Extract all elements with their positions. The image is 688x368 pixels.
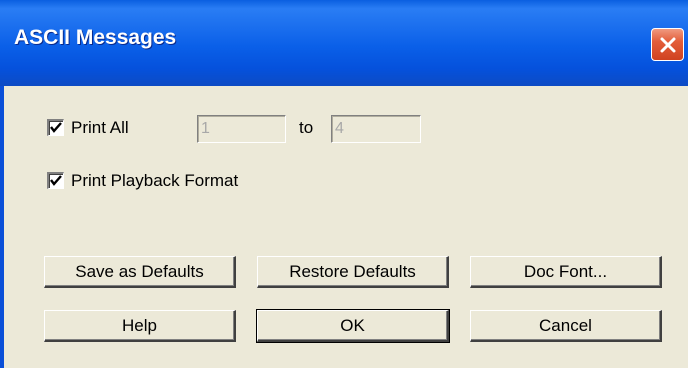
window-title: ASCII Messages [14,26,177,49]
print-playback-label: Print Playback Format [71,171,239,190]
print-all-label: Print All [71,118,129,137]
close-icon [660,37,675,52]
ascii-messages-dialog: ASCII Messages Print All 1 to 4 Print Pl… [0,0,688,368]
print-all-checkbox[interactable] [47,119,64,136]
save-as-defaults-button[interactable]: Save as Defaults [44,256,236,288]
cancel-button[interactable]: Cancel [470,310,662,342]
close-button[interactable] [651,28,684,61]
ok-button[interactable]: OK [256,309,450,343]
print-to-field[interactable]: 4 [331,115,421,143]
doc-font-button[interactable]: Doc Font... [470,256,662,288]
title-bar[interactable]: ASCII Messages [0,0,688,86]
to-label: to [299,118,314,137]
checkmark-icon [50,175,62,186]
help-button[interactable]: Help [44,310,236,342]
print-playback-checkbox[interactable] [47,172,64,189]
print-from-field[interactable]: 1 [197,115,286,143]
window-frame-left [0,86,4,368]
checkmark-icon [50,122,62,133]
restore-defaults-button[interactable]: Restore Defaults [257,256,449,288]
